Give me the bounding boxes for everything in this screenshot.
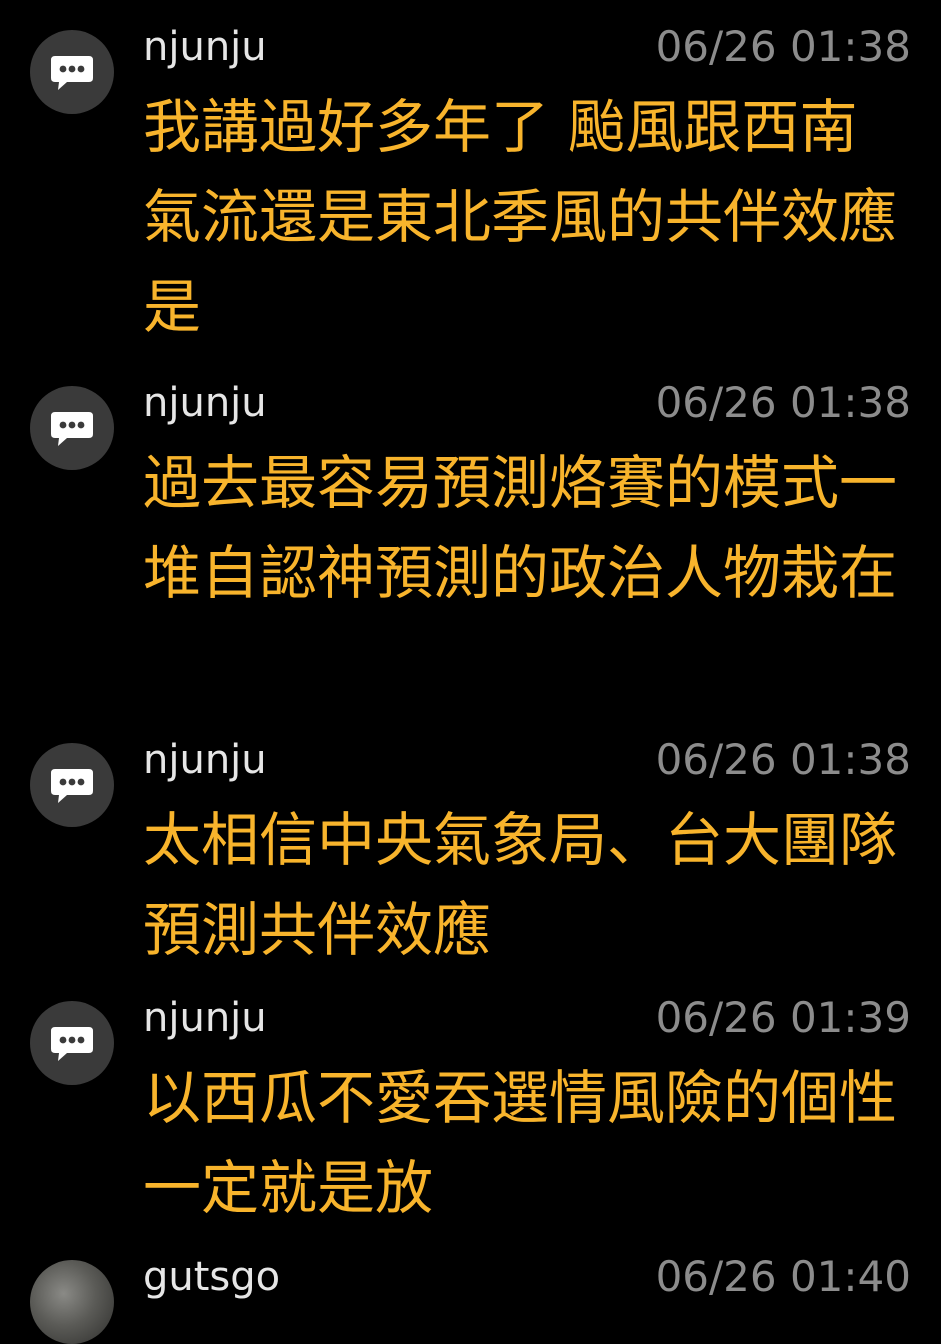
comment-username[interactable]: gutsgo <box>143 1252 280 1302</box>
comment-username[interactable]: njunju <box>143 378 267 428</box>
chat-bubble-icon[interactable] <box>30 30 114 114</box>
user-photo-avatar[interactable] <box>30 1260 114 1344</box>
comment-text: 以西瓜不愛吞選情風險的個性 一定就是放 <box>143 1064 898 1222</box>
comment-username[interactable]: njunju <box>143 22 267 72</box>
comment-username[interactable]: njunju <box>143 735 267 785</box>
comment-username[interactable]: njunju <box>143 993 267 1043</box>
chat-bubble-icon[interactable] <box>30 1001 114 1085</box>
comment-text: 我講過好多年了 颱風跟西南氣流還是東北季風的共伴效應 是 <box>143 93 898 341</box>
comment-timestamp: 06/26 01:38 <box>655 735 911 784</box>
comment-text: 太相信中央氣象局、台大團隊預測共伴效應 <box>143 806 898 964</box>
comment-text: 過去最容易預測烙賽的模式一堆自認神預測的政治人物栽在 <box>143 449 898 607</box>
comment-timestamp: 06/26 01:38 <box>655 22 911 71</box>
comment-timestamp: 06/26 01:39 <box>655 993 911 1042</box>
chat-bubble-icon[interactable] <box>30 386 114 470</box>
comment-timestamp: 06/26 01:40 <box>655 1252 911 1301</box>
chat-bubble-icon[interactable] <box>30 743 114 827</box>
comment-timestamp: 06/26 01:38 <box>655 378 911 427</box>
